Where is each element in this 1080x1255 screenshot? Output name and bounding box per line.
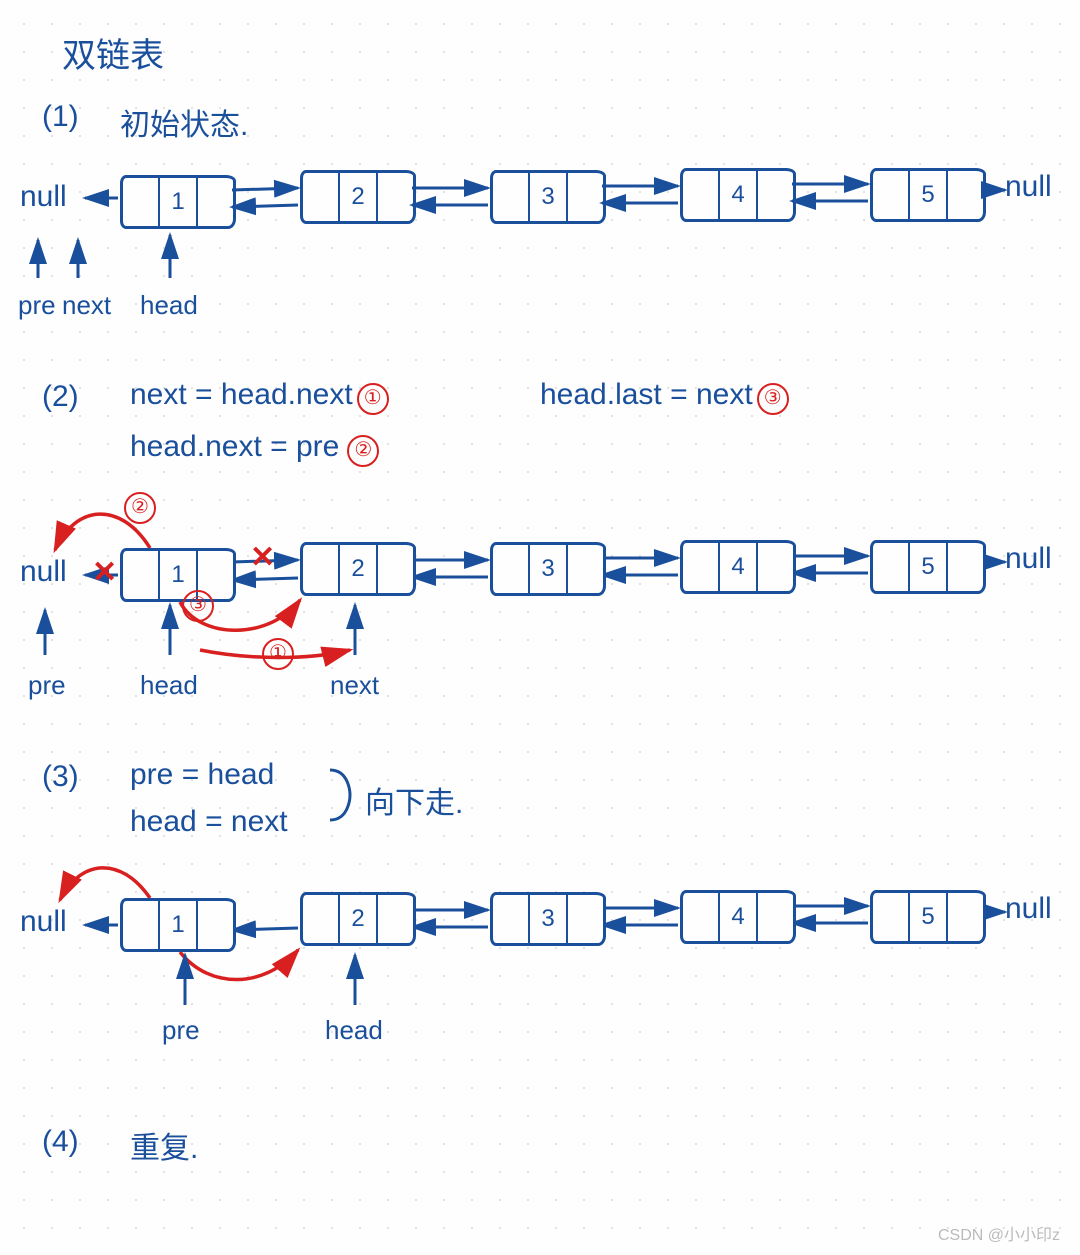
row2-null-right: null [1005, 542, 1052, 576]
row2-node-1: 1 [120, 548, 236, 602]
row3-head-label: head [325, 1015, 383, 1046]
step3-brace-label: 向下走. [365, 778, 463, 822]
row3-null-left: null [20, 905, 67, 939]
step2-line2: head.next = pre② [130, 430, 379, 467]
row1-node-1: 1 [120, 175, 236, 229]
row1-node-2: 2 [300, 170, 416, 224]
row3-node-3: 3 [490, 892, 606, 946]
row2-next-label: next [330, 670, 379, 701]
row2-node-5: 5 [870, 540, 986, 594]
row2-x-left: ✕ [92, 555, 117, 590]
row2-x-right: ✕ [250, 540, 275, 575]
row2-node-2: 2 [300, 542, 416, 596]
row2-head-label: head [140, 670, 198, 701]
row1-node-3: 3 [490, 170, 606, 224]
row2-null-left: null [20, 555, 67, 589]
row1-pre-label: pre [18, 290, 56, 321]
step1-label: 初始状态. [120, 100, 248, 144]
row2-badge-2: ② [124, 492, 156, 524]
row1-null-left: null [20, 180, 67, 214]
row3-node-4: 4 [680, 890, 796, 944]
row2-badge-3: ③ [182, 590, 214, 622]
title: 双链表 [62, 28, 164, 77]
step2-line1a: next = head.next① [130, 378, 389, 415]
row1-next-label: next [62, 290, 111, 321]
row3-pre-label: pre [162, 1015, 200, 1046]
row2-node-4: 4 [680, 540, 796, 594]
step3-line2: head = next [130, 805, 288, 839]
row3-node-2: 2 [300, 892, 416, 946]
step1-num: (1) [42, 100, 79, 134]
row2-node-3: 3 [490, 542, 606, 596]
step4-label: 重复. [130, 1123, 198, 1167]
step3-line1: pre = head [130, 758, 274, 792]
row1-node-5: 5 [870, 168, 986, 222]
row3-null-right: null [1005, 892, 1052, 926]
row1-node-4: 4 [680, 168, 796, 222]
step2-line1b: head.last = next③ [540, 378, 789, 415]
row3-node-1: 1 [120, 898, 236, 952]
row2-pre-label: pre [28, 670, 66, 701]
row1-head-label: head [140, 290, 198, 321]
row2-badge-1: ① [262, 638, 294, 670]
step3-num: (3) [42, 760, 79, 794]
step2-num: (2) [42, 380, 79, 414]
row1-null-right: null [1005, 170, 1052, 204]
row3-node-5: 5 [870, 890, 986, 944]
watermark: CSDN @小小印z [938, 1221, 1060, 1245]
step4-num: (4) [42, 1125, 79, 1159]
